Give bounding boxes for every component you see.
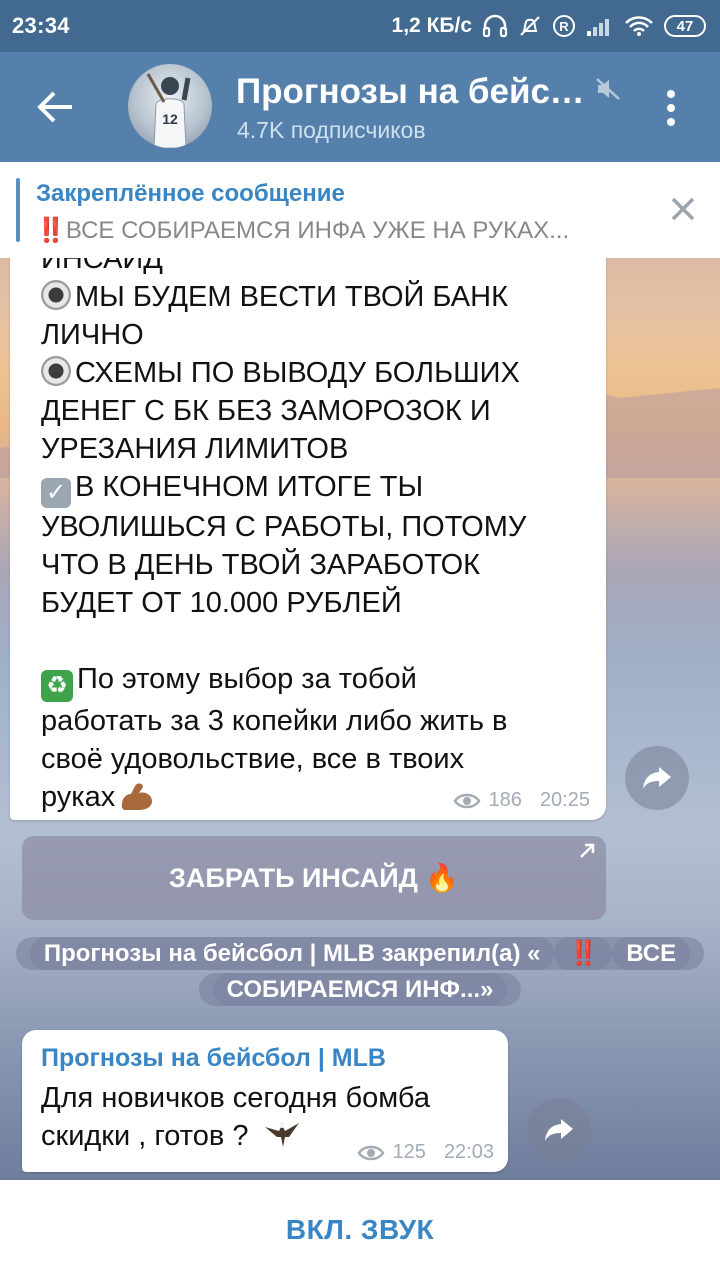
more-options-icon[interactable] xyxy=(656,88,686,128)
double-exclamation-icon: ‼️ xyxy=(36,217,66,244)
battery-icon: 47 xyxy=(664,15,706,37)
message-time: 22:03 xyxy=(443,1141,494,1163)
status-icons: 1,2 КБ/с R 47 xyxy=(392,14,706,38)
close-icon[interactable] xyxy=(666,192,700,226)
view-count: 125 xyxy=(392,1141,426,1163)
wifi-icon xyxy=(625,16,653,36)
service-message: Прогнозы на бейсбол | MLB закрепил(а) «‼… xyxy=(0,936,720,1008)
unmute-button[interactable]: ВКЛ. ЗВУК xyxy=(0,1180,720,1280)
message-text-line: УВОЛИШЬСЯ С РАБОТЫ, ПОТОМУ xyxy=(41,511,527,543)
message-bubble-2[interactable]: Прогнозы на бейсбол | MLB Для новичков с… xyxy=(22,1030,508,1172)
chat-header: 12 Прогнозы на бейсб... 4.7K подписчиков xyxy=(0,52,720,162)
flexed-biceps-icon xyxy=(122,783,153,810)
message-text-line: ✓ В КОНЕЧНОМ ИТОГЕ ТЫ xyxy=(41,468,582,508)
message-meta: 186 20:25 xyxy=(453,789,590,812)
share-button[interactable] xyxy=(625,746,689,810)
alarm-off-icon xyxy=(520,16,540,36)
inline-link-button[interactable]: ЗАБРАТЬ ИНСАЙД 🔥 xyxy=(22,836,606,920)
external-link-arrow-icon xyxy=(580,843,595,858)
share-button[interactable] xyxy=(527,1098,591,1162)
message-text-line: ДЕНЕГ С БК БЕЗ ЗАМОРОЗОК И xyxy=(41,395,491,427)
network-speed: 1,2 КБ/с xyxy=(391,14,472,37)
channel-avatar[interactable]: 12 xyxy=(128,64,212,148)
message-text-line: УРЕЗАНИЯ ЛИМИТОВ xyxy=(41,433,349,465)
pinned-message-bar[interactable]: Закреплённое сообщение ‼️ВСЕ СОБИРАЕМСЯ … xyxy=(0,162,720,258)
message-text-line: МЫ БУДЕМ ВЕСТИ ТВОЙ БАНК xyxy=(41,278,582,316)
baseball-player-image: 12 xyxy=(146,73,191,148)
views-eye-icon xyxy=(357,1145,385,1160)
inline-button-label: ЗАБРАТЬ ИНСАЙД 🔥 xyxy=(169,863,459,893)
back-arrow-icon[interactable] xyxy=(30,84,80,130)
unmute-label: ВКЛ. ЗВУК xyxy=(285,1214,435,1245)
eagle-icon xyxy=(264,1122,299,1147)
message-time: 20:25 xyxy=(539,789,590,811)
view-count: 186 xyxy=(488,789,522,811)
radio-button-icon xyxy=(41,356,71,386)
message-bubble-1[interactable]: ИНСАЙД МЫ БУДЕМ ВЕСТИ ТВОЙ БАНК ЛИЧНО СХ… xyxy=(10,258,606,820)
svg-text:12: 12 xyxy=(162,111,178,127)
message-text-line: своё удовольствие, все в твоих xyxy=(41,743,465,775)
status-time: 23:34 xyxy=(12,13,70,38)
svg-text:R: R xyxy=(559,19,569,34)
channel-title[interactable]: Прогнозы на бейсб... xyxy=(236,72,596,112)
registered-icon: R xyxy=(553,15,575,37)
message-text-line: Для новичков сегодня бомба xyxy=(41,1082,430,1114)
pinned-text-body: ВСЕ СОБИРАЕМСЯ ИНФА УЖЕ НА РУКАХ... xyxy=(65,217,570,244)
message-text-line: ♻ По этому выбор за тобой xyxy=(41,660,582,702)
recycle-icon: ♻ xyxy=(41,670,73,702)
views-eye-icon xyxy=(453,793,481,808)
share-arrow-icon xyxy=(545,1119,573,1141)
message-text-line: СХЕМЫ ПО ВЫВОДУ БОЛЬШИХ xyxy=(41,354,582,392)
muted-speaker-icon xyxy=(596,78,620,100)
message-text-line: ЧТО В ДЕНЬ ТВОЙ ЗАРАБОТОК xyxy=(41,549,481,581)
radio-button-icon xyxy=(41,280,71,310)
message-author[interactable]: Прогнозы на бейсбол | MLB xyxy=(41,1044,490,1073)
signal-icon xyxy=(587,19,609,36)
subscriber-count: 4.7K подписчиков xyxy=(237,117,426,143)
message-text-line: ИНСАЙД xyxy=(41,258,163,275)
pinned-indicator-line xyxy=(16,178,20,242)
message-meta: 125 22:03 xyxy=(357,1141,494,1164)
message-text-line: работать за 3 копейки либо жить в xyxy=(41,705,508,737)
status-bar: 23:34 1,2 КБ/с R 47 xyxy=(0,0,720,52)
chat-area[interactable]: ИНСАЙД МЫ БУДЕМ ВЕСТИ ТВОЙ БАНК ЛИЧНО СХ… xyxy=(0,258,720,1180)
message-text-line: ЛИЧНО xyxy=(41,319,144,351)
check-box-icon: ✓ xyxy=(41,478,71,508)
double-exclamation-icon: ‼️ xyxy=(554,937,613,970)
pinned-title: Закреплённое сообщение xyxy=(36,180,345,207)
share-arrow-icon xyxy=(643,767,671,789)
message-text-line: БУДЕТ ОТ 10.000 РУБЛЕЙ xyxy=(41,587,402,619)
pinned-text: ‼️ВСЕ СОБИРАЕМСЯ ИНФА УЖЕ НА РУКАХ... xyxy=(36,216,636,245)
headphones-icon xyxy=(482,14,508,38)
